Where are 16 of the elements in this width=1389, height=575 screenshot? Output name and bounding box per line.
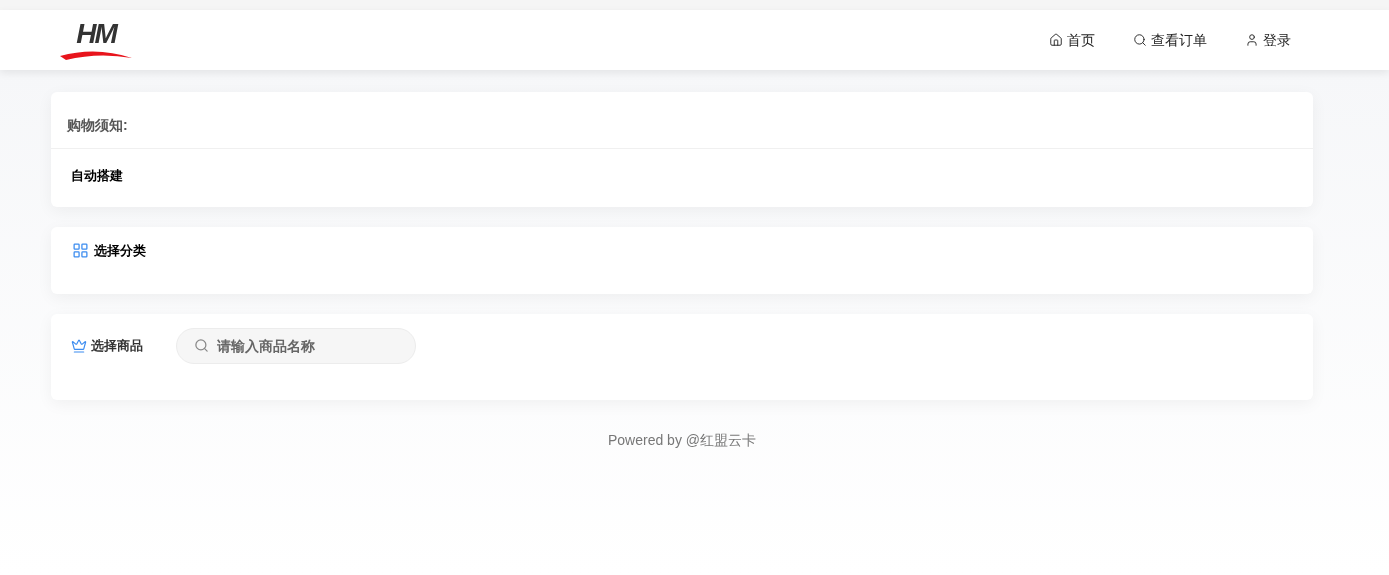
grid-icon [72, 242, 89, 260]
user-icon [1245, 33, 1259, 47]
product-title: 选择商品 [91, 337, 143, 355]
nav-link[interactable]: 登录 [1245, 29, 1291, 51]
search-icon [1133, 33, 1147, 47]
notice-text: 自动搭建 [71, 168, 123, 183]
search-field[interactable]: 请输入商品名称 [176, 328, 416, 364]
crown-icon [71, 337, 87, 354]
notice-title: 购物须知: [67, 116, 128, 135]
logo-text[interactable]: HM [76, 20, 116, 48]
nav-link[interactable]: 首页 [1049, 29, 1095, 51]
footer-text: Powered by @红盟云卡 [606, 431, 757, 450]
category-title: 选择分类 [94, 242, 146, 260]
home-icon [1049, 33, 1063, 47]
search-icon [194, 338, 209, 353]
nav-link[interactable]: 查看订单 [1133, 29, 1207, 51]
